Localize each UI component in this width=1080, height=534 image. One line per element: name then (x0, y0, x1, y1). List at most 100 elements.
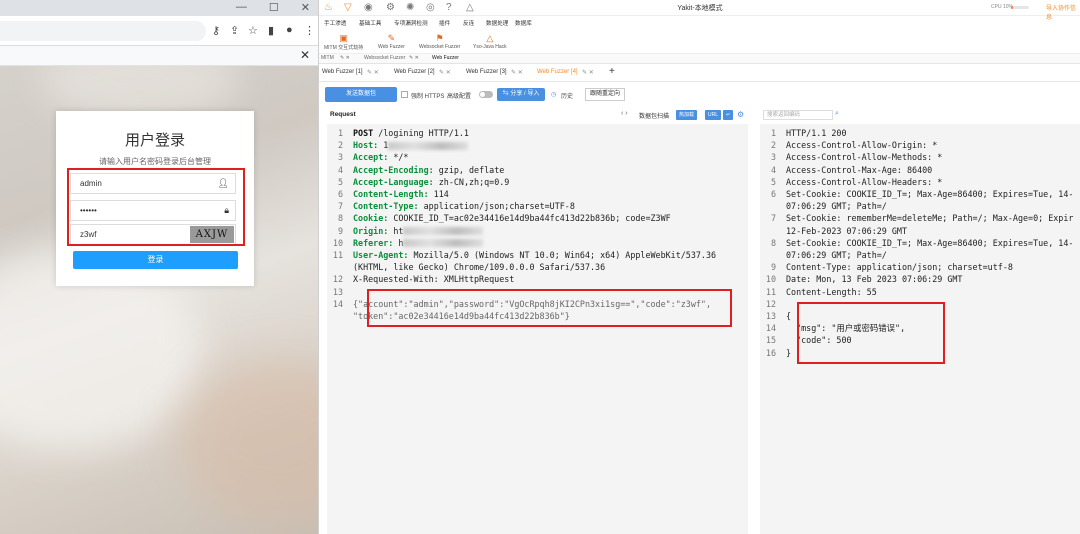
search-icon[interactable]: ⌕ (835, 110, 839, 118)
maximize-icon[interactable]: ☐ (269, 1, 279, 14)
background-blur (180, 360, 318, 520)
nav-arrows-icon[interactable]: ‹ › (621, 110, 628, 117)
edit-icon[interactable]: ✎ ✕ (439, 69, 451, 76)
address-bar[interactable] (0, 21, 206, 41)
line-number: 3 (337, 152, 343, 163)
code-line: Accept-Language: zh-CN,zh;q=0.9 (353, 176, 510, 187)
advanced-label: 高级配置 (447, 94, 472, 100)
browser-toolbar: ⚷ ⇪ ☆ ▮ ● ⋮ (0, 16, 318, 46)
info-bar: ✕ (0, 46, 318, 66)
share-import-button[interactable]: ⇆ 分享 / 导入 (497, 88, 545, 101)
response-editor[interactable]: 1 HTTP/1.1 200 2 Access-Control-Allow-Origi… (760, 124, 1080, 534)
tool-websocket-fuzzer[interactable]: ⚑ Websocket Fuzzer (419, 32, 460, 50)
tool-shortcuts: ▣ MITM 交互式劫持 ✎ Web Fuzzer ⚑ Websocket Fuzze… (319, 30, 1080, 54)
line-number: 4 (770, 164, 776, 175)
edit-icon[interactable]: ✎ ✕ (340, 55, 350, 61)
enter-icon[interactable]: ↵ (723, 110, 734, 120)
line-number: 14 (332, 298, 343, 309)
request-label: Request (330, 111, 356, 118)
line-number: 3 (770, 152, 776, 163)
menu-item-plugins[interactable]: 插件 (439, 19, 450, 27)
packet-scan-label[interactable]: 数据包扫描 (639, 111, 669, 120)
code-line: { (786, 311, 792, 321)
tab-websocket-fuzzer[interactable]: Websocket Fuzzer (364, 55, 405, 61)
login-button[interactable]: 登录 (73, 251, 238, 269)
login-subtitle: 请输入用户名密码登录后台管理 (99, 157, 211, 166)
page-tabs: MITM ✎ ✕ Websocket Fuzzer ✎ ✕ Web Fuzzer (319, 54, 1080, 64)
cpu-bar-fill (1011, 6, 1013, 9)
request-scrollbar[interactable] (748, 124, 758, 534)
line-number: 10 (332, 237, 343, 248)
line-number: 13 (332, 286, 343, 297)
edit-icon[interactable]: ✎ ✕ (511, 69, 523, 76)
code-line: Content-Type: application/json;charset=U… (353, 201, 575, 212)
line-number (327, 261, 343, 273)
code-line: Access-Control-Allow-Origin: * (786, 140, 938, 151)
code-line: Content-Length: 55 (786, 286, 877, 297)
add-tab-icon[interactable]: + (609, 66, 615, 77)
sidebar-icon[interactable]: ▮ (268, 24, 274, 37)
menu-icon[interactable]: ⋮ (304, 24, 315, 37)
code-line: Accept-Encoding: gzip, deflate (353, 164, 505, 175)
fuzzer-tabs: Web Fuzzer [1] ✎ ✕ Web Fuzzer [2] ✎ ✕ We… (319, 66, 1080, 82)
red-highlight-box (67, 168, 245, 246)
tab-web-fuzzer-3[interactable]: Web Fuzzer [3] (466, 69, 507, 75)
settings-icon[interactable]: ⚙ (737, 110, 744, 119)
tab-mitm[interactable]: MITM (321, 55, 334, 61)
request-editor[interactable]: 1 POST /logining HTTP/1.1 2 Host: 1 3 Accept:… (327, 124, 748, 534)
line-number: 15 (765, 335, 776, 346)
response-search-input[interactable]: 搜索返回编码 (763, 110, 833, 120)
code-line: Access-Control-Max-Age: 86400 (786, 164, 933, 175)
advanced-toggle[interactable] (479, 91, 493, 98)
menu-item-basic-tools[interactable]: 基础工具 (359, 19, 381, 27)
url-button[interactable]: URL (705, 110, 722, 120)
hot-reload-button[interactable]: 热加载 (676, 110, 698, 120)
edit-icon[interactable]: ✎ ✕ (409, 55, 419, 61)
tool-yso-java[interactable]: △ Yso-Java Hack (473, 32, 507, 50)
websocket-icon: ⚑ (435, 33, 444, 43)
code-line: Host: 1 (353, 139, 469, 151)
code-line: (KHTML, like Gecko) Chrome/109.0.0.0 Saf… (353, 262, 606, 273)
yakit-window: ♨ ▽ ◉ ⚙ ✺ ◎ ? △ Yakit-本地模式 CPU 10% 导入协作信… (318, 0, 1080, 534)
line-number: 9 (770, 262, 776, 273)
request-header: Request ‹ › 数据包扫描 热加载 URL ↵ ⚙ (319, 108, 749, 122)
share-icon[interactable]: ⇪ (230, 24, 239, 37)
line-number: 7 (337, 201, 343, 212)
code-line: Content-Length: 114 (353, 189, 449, 199)
line-number: 4 (337, 164, 343, 175)
profile-icon[interactable]: ● (286, 24, 293, 36)
tab-web-fuzzer-1[interactable]: Web Fuzzer [1] (322, 69, 363, 75)
line-number: 12 (332, 274, 343, 285)
code-line: Access-Control-Allow-Methods: * (786, 152, 943, 163)
red-highlight-box (797, 302, 945, 364)
tab-web-fuzzer-4[interactable]: Web Fuzzer [4] (537, 69, 578, 75)
title-bar: ♨ ▽ ◉ ⚙ ✺ ◎ ? △ Yakit-本地模式 CPU 10% 导入协作信… (319, 0, 1080, 21)
line-number: 12 (765, 298, 776, 309)
close-icon[interactable]: ✕ (301, 1, 310, 14)
code-line: Content-Type: application/json; charset=… (786, 262, 1013, 273)
history-icon[interactable]: ◷ (551, 91, 556, 98)
menu-item-manual[interactable]: 手工渗透 (324, 19, 346, 27)
close-icon[interactable]: ✕ (300, 48, 310, 62)
tool-mitm[interactable]: ▣ MITM 交互式劫持 (324, 32, 363, 51)
tool-web-fuzzer[interactable]: ✎ Web Fuzzer (378, 32, 405, 50)
https-checkbox[interactable] (401, 91, 408, 98)
star-icon[interactable]: ☆ (248, 24, 258, 37)
history-label[interactable]: 历史 (561, 91, 573, 100)
line-number: 8 (770, 237, 776, 248)
edit-icon[interactable]: ✎ ✕ (367, 69, 379, 76)
key-icon[interactable]: ⚷ (212, 24, 220, 37)
follow-redirect-button[interactable]: 跟随重定向 (585, 88, 625, 101)
minimize-icon[interactable]: — (236, 1, 247, 14)
menu-item-reverse[interactable]: 反连 (463, 19, 474, 27)
cpu-label: CPU 10% (991, 4, 1013, 10)
send-button[interactable]: 发送数据包 (325, 87, 397, 102)
line-number: 16 (765, 347, 776, 358)
redacted-value (388, 141, 469, 150)
menu-item-data[interactable]: 数据处理 (486, 19, 508, 27)
menu-item-vuln-detect[interactable]: 专项漏洞检测 (394, 19, 428, 27)
menu-item-database[interactable]: 数据库 (515, 19, 532, 27)
tab-web-fuzzer-2[interactable]: Web Fuzzer [2] (394, 69, 435, 75)
tab-web-fuzzer[interactable]: Web Fuzzer (432, 55, 459, 61)
edit-icon[interactable]: ✎ ✕ (582, 69, 594, 76)
